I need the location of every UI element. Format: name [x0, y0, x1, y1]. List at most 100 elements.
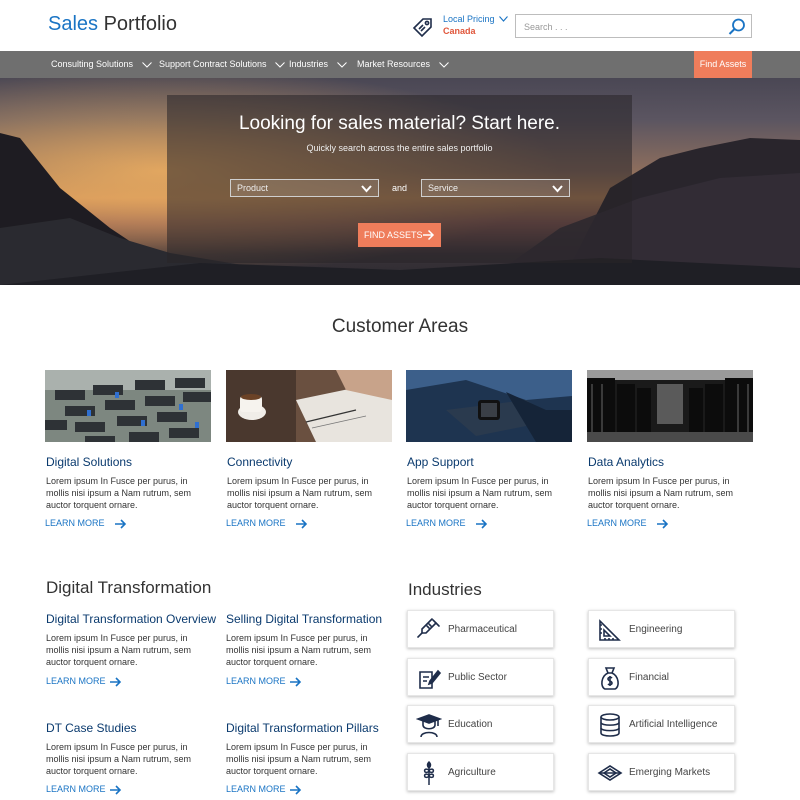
- dt-item-body: Lorem ipsum In Fusce per purus, in molli…: [226, 742, 372, 776]
- card-body: Lorem ipsum In Fusce per purus, in molli…: [407, 476, 553, 510]
- brand-part1: Sales: [48, 13, 99, 35]
- learn-more-link[interactable]: LEARN MORE: [226, 784, 302, 795]
- search-input[interactable]: [524, 20, 724, 34]
- learn-more-link[interactable]: LEARN MORE: [46, 676, 122, 687]
- product-select-value: Product: [237, 183, 269, 193]
- chevron-down-icon: [361, 185, 372, 193]
- arrow-right-icon: [423, 229, 435, 241]
- document-pen-icon: [419, 669, 442, 689]
- arrow-right-icon: [289, 785, 301, 795]
- dt-item-body: Lorem ipsum In Fusce per purus, in molli…: [46, 742, 192, 776]
- site-header: Sales Portfolio Local Pricing Canada: [0, 0, 800, 51]
- learn-more-link[interactable]: LEARN MORE: [45, 518, 127, 529]
- set-square-icon: [599, 619, 621, 641]
- dt-item: DT Case Studies Lorem ipsum In Fusce per…: [46, 721, 221, 777]
- service-select-value: Service: [428, 183, 459, 193]
- nav-item-label: Market Resources: [357, 59, 431, 69]
- chevron-down-icon: [275, 61, 285, 68]
- dt-item: Selling Digital Transformation Lorem ips…: [226, 612, 401, 668]
- local-pricing-label: Local Pricing: [443, 14, 495, 24]
- arrow-right-icon: [296, 519, 308, 529]
- card-title[interactable]: Digital Solutions: [46, 455, 132, 469]
- chevron-down-icon: [336, 61, 347, 68]
- chevron-down-icon: [438, 61, 449, 68]
- industry-label: Public Sector: [448, 672, 507, 683]
- industry-tile-education[interactable]: Education: [407, 705, 554, 743]
- industry-tile-engineering[interactable]: Engineering: [588, 610, 735, 648]
- learn-more-label: LEARN MORE: [587, 518, 647, 528]
- nav-item-support-contract-solutions[interactable]: Support Contract Solutions: [159, 51, 285, 78]
- dt-item-title[interactable]: DT Case Studies: [46, 721, 221, 735]
- server-room-image[interactable]: [587, 370, 753, 442]
- hero-search-panel: Looking for sales material? Start here. …: [167, 95, 632, 263]
- nav-item-label: Industries: [289, 59, 329, 69]
- industry-tile-financial[interactable]: Financial: [588, 658, 735, 696]
- learn-more-link[interactable]: LEARN MORE: [226, 518, 308, 529]
- smartwatch-image[interactable]: [406, 370, 572, 442]
- graduate-icon: [416, 714, 442, 738]
- industry-label: Pharmaceutical: [448, 624, 517, 635]
- card-body: Lorem ipsum In Fusce per purus, in molli…: [588, 476, 734, 510]
- card-title[interactable]: Data Analytics: [588, 455, 664, 469]
- dt-item-body: Lorem ipsum In Fusce per purus, in molli…: [46, 633, 192, 667]
- industry-tile-public-sector[interactable]: Public Sector: [407, 658, 554, 696]
- learn-more-link[interactable]: LEARN MORE: [226, 676, 302, 687]
- arrow-right-icon: [476, 519, 488, 529]
- hero-subtitle: Quickly search across the entire sales p…: [306, 143, 493, 153]
- nav-item-label: Consulting Solutions: [51, 59, 134, 69]
- digital-transformation-title: Digital Transformation: [46, 578, 212, 597]
- brand-part2: Portfolio: [98, 13, 177, 35]
- card-title[interactable]: Connectivity: [227, 455, 292, 469]
- diamond-icon: [597, 765, 623, 781]
- industry-label: Artificial Intelligence: [629, 719, 718, 730]
- industries-title: Industries: [408, 580, 482, 599]
- learn-more-link[interactable]: LEARN MORE: [587, 518, 669, 529]
- industry-label: Emerging Markets: [629, 767, 711, 778]
- industry-tile-emerging-markets[interactable]: Emerging Markets: [588, 753, 735, 791]
- price-tag-icon[interactable]: [411, 15, 435, 39]
- dt-item-title[interactable]: Digital Transformation Pillars: [226, 721, 401, 735]
- arrow-right-icon: [115, 519, 127, 529]
- customer-areas-title: Customer Areas: [331, 316, 469, 337]
- circuit-board-image[interactable]: [45, 370, 211, 442]
- money-bag-icon: [601, 667, 619, 690]
- site-logo[interactable]: Sales Portfolio: [48, 13, 177, 36]
- industry-label: Engineering: [629, 624, 683, 635]
- find-assets-nav-button[interactable]: Find Assets: [694, 51, 752, 78]
- database-icon: [600, 713, 620, 737]
- industry-label: Education: [448, 719, 493, 730]
- industry-tile-pharmaceutical[interactable]: Pharmaceutical: [407, 610, 554, 648]
- chevron-down-icon: [499, 16, 508, 22]
- product-select[interactable]: Product: [230, 179, 379, 197]
- selected-country: Canada: [443, 26, 476, 36]
- local-pricing-dropdown[interactable]: Local Pricing: [443, 14, 508, 24]
- customer-area-card: App Support Lorem ipsum In Fusce per pur…: [406, 370, 572, 529]
- nav-item-market-resources[interactable]: Market Resources: [357, 51, 449, 78]
- nav-item-industries[interactable]: Industries: [289, 51, 347, 78]
- customer-area-card: Connectivity Lorem ipsum In Fusce per pu…: [226, 370, 392, 529]
- hero-banner: Looking for sales material? Start here. …: [0, 78, 800, 285]
- dt-item-title[interactable]: Digital Transformation Overview: [46, 612, 221, 626]
- dt-item-body: Lorem ipsum In Fusce per purus, in molli…: [226, 633, 372, 667]
- learn-more-label: LEARN MORE: [226, 784, 286, 794]
- industry-tile-agriculture[interactable]: Agriculture: [407, 753, 554, 791]
- chevron-down-icon: [141, 61, 152, 68]
- desk-coffee-image[interactable]: [226, 370, 392, 442]
- customer-area-card: Data Analytics Lorem ipsum In Fusce per …: [587, 370, 753, 529]
- learn-more-link[interactable]: LEARN MORE: [406, 518, 488, 529]
- learn-more-label: LEARN MORE: [45, 518, 105, 528]
- nav-item-consulting-solutions[interactable]: Consulting Solutions: [51, 51, 152, 78]
- learn-more-link[interactable]: LEARN MORE: [46, 784, 122, 795]
- hero-title: Looking for sales material? Start here.: [238, 113, 561, 134]
- nav-item-label: Support Contract Solutions: [159, 59, 267, 69]
- find-assets-button[interactable]: FIND ASSETS: [358, 223, 441, 247]
- search-icon[interactable]: [727, 17, 747, 37]
- learn-more-label: LEARN MORE: [46, 676, 106, 686]
- search-box: [515, 14, 752, 38]
- industry-tile-artificial-intelligence[interactable]: Artificial Intelligence: [588, 705, 735, 743]
- syringe-icon: [417, 618, 440, 638]
- card-title[interactable]: App Support: [407, 455, 474, 469]
- arrow-right-icon: [109, 785, 121, 795]
- service-select[interactable]: Service: [421, 179, 570, 197]
- dt-item-title[interactable]: Selling Digital Transformation: [226, 612, 401, 626]
